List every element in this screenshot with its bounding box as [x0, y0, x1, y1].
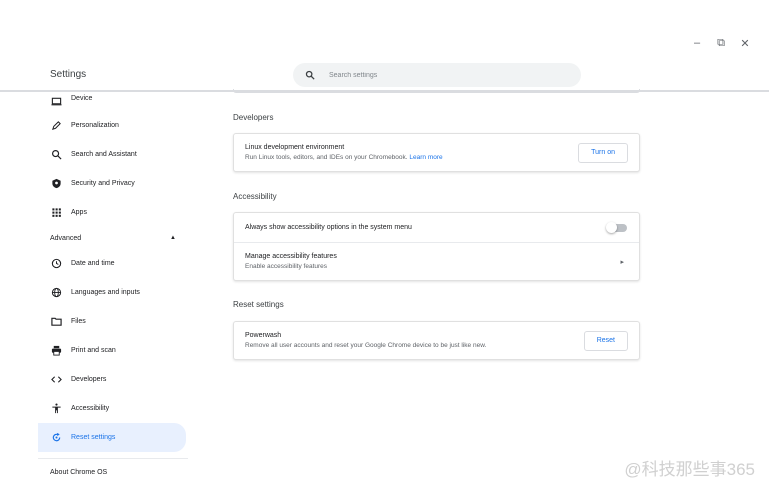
linux-title: Linux development environment — [245, 144, 345, 151]
search-box[interactable] — [293, 63, 581, 87]
sidebar-item-languages-inputs[interactable]: Languages and inputs — [38, 278, 188, 307]
sidebar-item-date-time[interactable]: Date and time — [38, 249, 188, 278]
sidebar-item-about[interactable]: About Chrome OS — [50, 469, 107, 476]
linux-subtitle: Run Linux tools, editors, and IDEs on yo… — [245, 154, 443, 161]
header: Settings — [0, 58, 769, 92]
sidebar-item-search-assistant[interactable]: Search and Assistant — [38, 140, 188, 169]
clock-icon — [50, 258, 62, 270]
sidebar-item-apps[interactable]: Apps — [38, 198, 188, 227]
printer-icon — [50, 345, 62, 357]
manage-accessibility-row[interactable]: Manage accessibility features Enable acc… — [234, 243, 639, 280]
sidebar-item-label: Device — [71, 95, 93, 102]
sidebar-item-label: Languages and inputs — [71, 289, 140, 296]
accessibility-card: Always show accessibility options in the… — [233, 212, 640, 281]
reset-card: Powerwash Remove all user accounts and r… — [233, 321, 640, 360]
powerwash-title: Powerwash — [245, 332, 282, 339]
close-button[interactable]: ✕ — [739, 37, 751, 50]
advanced-label: Advanced — [50, 234, 82, 242]
folder-icon — [50, 316, 62, 328]
sidebar-item-label: Search and Assistant — [71, 151, 137, 158]
sidebar-item-label: Print and scan — [71, 347, 116, 354]
learn-more-link[interactable]: Learn more — [409, 154, 442, 161]
developers-card: Linux development environment Run Linux … — [233, 133, 640, 172]
sidebar-item-device[interactable]: Device — [38, 93, 188, 111]
chevron-right-icon[interactable]: ▸ — [620, 258, 624, 266]
laptop-icon — [50, 95, 62, 107]
watermark: @科技那些事365 — [624, 460, 755, 479]
window-controls: – ⧉ ✕ — [691, 37, 751, 50]
linux-description: Run Linux tools, editors, and IDEs on yo… — [245, 154, 408, 161]
search-icon — [305, 70, 315, 80]
pen-icon — [50, 120, 62, 132]
sidebar: Device Personalization Search and Assist… — [38, 93, 188, 452]
reset-icon — [50, 432, 62, 444]
accessibility-icon — [50, 403, 62, 415]
manage-title: Manage accessibility features — [245, 253, 337, 260]
minimize-button[interactable]: – — [691, 37, 703, 50]
section-title-accessibility: Accessibility — [233, 192, 277, 201]
sidebar-item-label: Accessibility — [71, 405, 110, 412]
sidebar-divider — [38, 458, 188, 459]
caret-up-icon: ▲ — [170, 235, 176, 241]
apps-grid-icon — [50, 207, 62, 219]
sidebar-item-label: Developers — [71, 376, 107, 383]
restore-button[interactable]: ⧉ — [715, 37, 727, 50]
sidebar-item-developers[interactable]: Developers — [38, 365, 188, 394]
turn-on-button[interactable]: Turn on — [578, 142, 628, 163]
always-show-toggle[interactable] — [606, 221, 627, 233]
sidebar-item-accessibility[interactable]: Accessibility — [38, 394, 188, 423]
sidebar-item-personalization[interactable]: Personalization — [38, 111, 188, 140]
sidebar-item-reset-settings[interactable]: Reset settings — [38, 423, 186, 452]
sidebar-item-security-privacy[interactable]: Security and Privacy — [38, 169, 188, 198]
powerwash-subtitle: Remove all user accounts and reset your … — [245, 342, 487, 349]
sidebar-item-print-scan[interactable]: Print and scan — [38, 336, 188, 365]
sidebar-item-files[interactable]: Files — [38, 307, 188, 336]
sidebar-item-label: Date and time — [71, 260, 115, 267]
sidebar-item-label: Files — [71, 318, 86, 325]
sidebar-item-label: Apps — [71, 209, 87, 216]
globe-icon — [50, 287, 62, 299]
always-show-label: Always show accessibility options in the… — [245, 224, 412, 231]
section-title-reset: Reset settings — [233, 300, 284, 309]
reset-button[interactable]: Reset — [583, 330, 628, 351]
always-show-row[interactable]: Always show accessibility options in the… — [234, 213, 639, 242]
search-input[interactable] — [329, 71, 549, 79]
sidebar-item-label: Personalization — [71, 122, 119, 129]
sidebar-item-label: Security and Privacy — [71, 180, 135, 187]
search-icon — [50, 149, 62, 161]
section-title-developers: Developers — [233, 113, 274, 122]
manage-subtitle: Enable accessibility features — [245, 263, 328, 270]
page-title: Settings — [50, 69, 87, 80]
powerwash-row: Powerwash Remove all user accounts and r… — [234, 322, 639, 359]
code-icon — [50, 374, 62, 386]
sidebar-advanced-toggle[interactable]: Advanced ▲ — [38, 227, 188, 249]
linux-row: Linux development environment Run Linux … — [234, 134, 639, 171]
shield-icon — [50, 178, 62, 190]
previous-card-edge — [233, 89, 640, 93]
sidebar-item-label: Reset settings — [71, 434, 116, 441]
